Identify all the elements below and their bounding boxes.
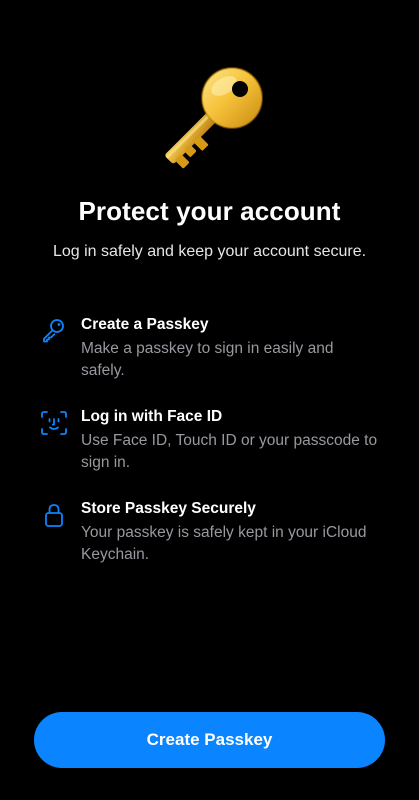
golden-key-icon: [165, 67, 263, 169]
lock-icon: [40, 502, 68, 528]
key-icon: [40, 318, 68, 344]
feature-description: Use Face ID, Touch ID or your passcode t…: [81, 432, 378, 471]
feature-description: Your passkey is safely kept in your iClo…: [81, 524, 367, 563]
feature-title: Create a Passkey: [81, 316, 209, 333]
page-subtitle: Log in safely and keep your account secu…: [52, 243, 367, 260]
key-illustration: [150, 62, 266, 178]
feature-title: Log in with Face ID: [81, 408, 223, 425]
feature-description: Make a passkey to sign in easily and saf…: [81, 340, 334, 379]
create-passkey-button[interactable]: Create Passkey: [34, 712, 385, 768]
page-title: Protect your account: [78, 196, 341, 226]
face-id-icon: [40, 410, 68, 436]
feature-title: Store Passkey Securely: [81, 500, 256, 517]
